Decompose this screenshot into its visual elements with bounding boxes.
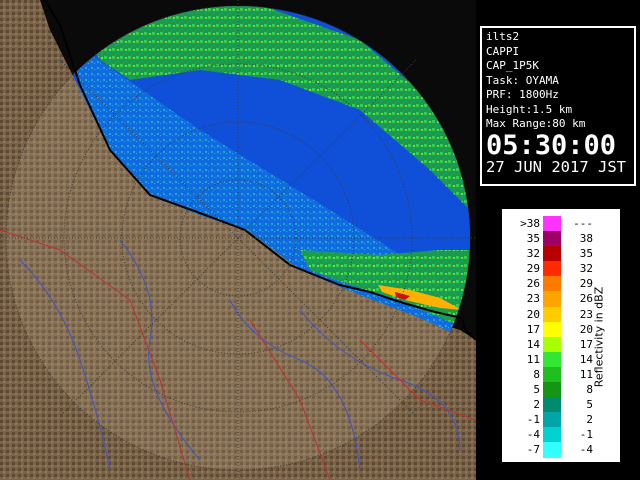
legend-upper-value: 23 (579, 307, 593, 321)
legend-color-swatch (543, 336, 561, 352)
legend-color-swatch (543, 397, 561, 413)
legend-lower-value: -7 (526, 443, 540, 457)
legend-color-swatch (543, 442, 561, 458)
legend-unit-label: Reflectivity in dBZ (592, 286, 606, 388)
legend-lower-value: 20 (526, 307, 540, 321)
legend-row: 29 32 (508, 261, 598, 277)
legend-upper-value: 35 (579, 247, 593, 261)
legend-upper-value: 5 (586, 398, 593, 412)
legend-color-swatch (543, 412, 561, 428)
legend-row: 32 35 (508, 246, 598, 262)
legend-row: >38 --- (508, 216, 598, 232)
legend-upper-value: 14 (579, 352, 593, 366)
legend-row: 11 14 (508, 351, 598, 367)
legend-upper-value: 38 (579, 232, 593, 246)
info-line-prf: PRF: 1800Hz (486, 88, 559, 101)
legend-color-swatch (543, 427, 561, 443)
legend-color-swatch (543, 351, 561, 367)
legend-row: -4 -1 (508, 427, 598, 443)
legend-lower-value: 5 (533, 383, 540, 397)
legend-color-swatch (543, 261, 561, 277)
legend-row: 8 11 (508, 366, 598, 383)
legend-color-swatch (543, 291, 561, 307)
info-panel: ilts2 CAPPI CAP_1P5K Task: OYAMA PRF: 18… (480, 26, 636, 186)
legend-upper-value: 17 (579, 337, 593, 351)
radar-map (0, 0, 476, 480)
legend-upper-value: -1 (579, 428, 593, 442)
legend-lower-value: 14 (526, 337, 540, 351)
legend-upper-value: 29 (579, 277, 593, 291)
legend-upper-value: 2 (586, 413, 593, 427)
legend-color-swatch (543, 366, 561, 383)
legend-lower-value: 11 (526, 352, 540, 366)
legend-upper-value: 20 (579, 322, 593, 336)
legend-panel: >38 --- 35 38 32 35 29 32 26 29 23 26 20 23 17 20 14 17 11… (501, 208, 621, 463)
legend-lower-value: -1 (526, 413, 540, 427)
legend-color-swatch (543, 231, 561, 247)
legend-lower-value: >38 (520, 217, 540, 230)
legend-lower-value: 23 (526, 292, 540, 306)
legend-lower-value: 32 (526, 247, 540, 261)
legend-color-swatch (543, 276, 561, 292)
legend-lower-value: 29 (526, 262, 540, 276)
info-line-product-code: CAP_1P5K (486, 59, 539, 72)
legend-row: 25 (508, 397, 598, 413)
legend-row: 26 29 (508, 276, 598, 292)
legend-row: 14 17 (508, 336, 598, 352)
observation-time: 05:30:00 (486, 129, 617, 161)
legend-row: 23 26 (508, 291, 598, 307)
legend-upper-value: 32 (579, 262, 593, 276)
info-line-product: CAPPI (486, 44, 520, 58)
legend-row: 58 (508, 382, 598, 398)
info-line-task: Task: OYAMA (486, 73, 559, 87)
legend-color-swatch (543, 216, 561, 232)
legend-upper-value: 8 (586, 383, 593, 397)
legend-upper-value: 26 (579, 292, 593, 306)
legend-lower-value: -4 (526, 428, 540, 442)
info-line-station: ilts2 (486, 30, 520, 43)
legend-color-swatch (543, 382, 561, 398)
observation-date: 27 JUN 2017 JST (486, 157, 626, 176)
info-line-height: Height:1.5 km (486, 102, 573, 116)
legend-color-swatch (543, 246, 561, 262)
legend-row: 17 20 (508, 321, 598, 337)
legend-lower-value: 17 (526, 322, 540, 336)
legend-color-swatch (543, 321, 561, 337)
legend-lower-value: 8 (533, 367, 540, 381)
legend-upper-value: -4 (579, 443, 593, 457)
legend-row: -7 -4 (508, 442, 598, 458)
legend-row: -1 2 (508, 412, 598, 428)
legend-color-swatch (543, 306, 561, 322)
legend-rows: >38 --- 35 38 32 35 29 32 26 29 23 26 20 23 17 20 14 17 11… (508, 216, 598, 458)
legend-lower-value: 35 (526, 232, 540, 246)
legend-lower-value: 2 (533, 398, 540, 412)
legend-row: 35 38 (508, 231, 598, 247)
legend-upper-value: 11 (579, 367, 593, 381)
legend-upper-value: --- (573, 217, 593, 230)
legend-lower-value: 26 (526, 277, 540, 291)
legend-row: 20 23 (508, 306, 598, 322)
